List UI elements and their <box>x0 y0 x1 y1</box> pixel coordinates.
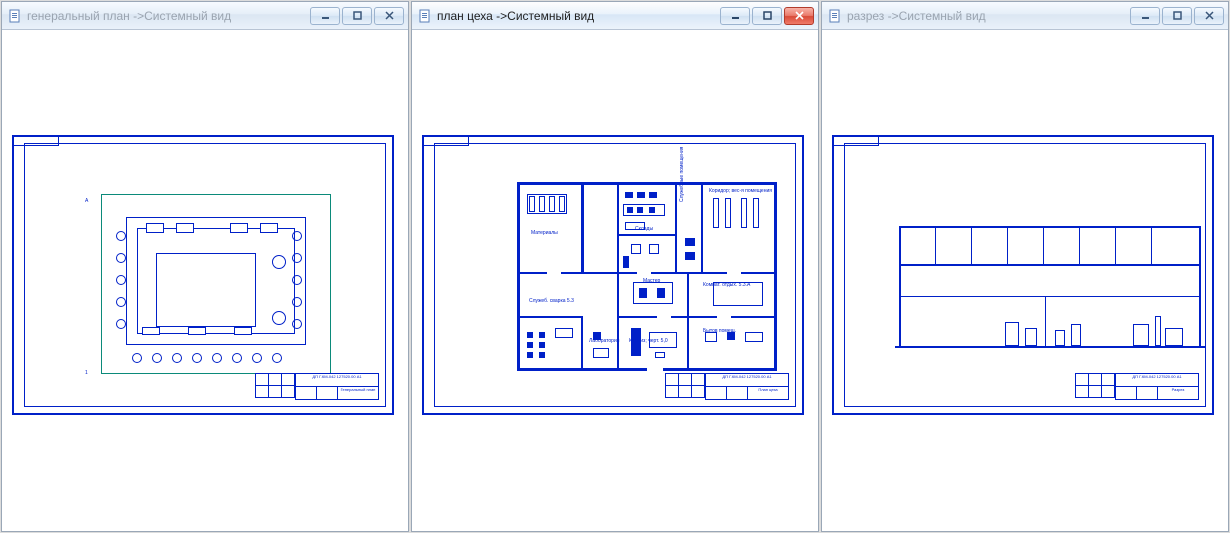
general-plan-drawing: А 1 <box>47 160 363 366</box>
title-block: ДП Г.КМ-042 127520.00 А1 План цеха <box>705 374 789 400</box>
drawing-viewport[interactable]: Материалы Склады Служебные помещения Кор… <box>412 30 818 531</box>
titlebar[interactable]: генеральный план ->Системный вид <box>2 2 408 30</box>
stamp-grid-left <box>665 374 705 400</box>
title-block: ДП Г.КМ-042 127520.00 А1 Разрез <box>1115 374 1199 400</box>
window-controls <box>310 7 404 25</box>
window-controls <box>1130 7 1224 25</box>
drawing-frame: А 1 ДП Г.КМ-042 127520.00 А1 Генеральный… <box>12 135 394 415</box>
close-button[interactable] <box>374 7 404 25</box>
minimize-button[interactable] <box>720 7 750 25</box>
close-button[interactable] <box>1194 7 1224 25</box>
document-icon <box>828 9 842 23</box>
titlebar[interactable]: план цеха ->Системный вид <box>412 2 818 30</box>
stamp-grid-left <box>255 374 295 400</box>
shop-plan-drawing: Материалы Склады Служебные помещения Кор… <box>457 160 773 366</box>
window-title: план цеха ->Системный вид <box>437 9 720 23</box>
mdi-window-general-plan: генеральный план ->Системный вид <box>1 1 409 532</box>
mdi-window-shop-plan: план цеха ->Системный вид <box>411 1 819 532</box>
maximize-button[interactable] <box>1162 7 1192 25</box>
maximize-button[interactable] <box>342 7 372 25</box>
title-block: ДП Г.КМ-042 127520.00 А1 Генеральный пла… <box>295 374 379 400</box>
window-title: генеральный план ->Системный вид <box>27 9 310 23</box>
document-icon <box>8 9 22 23</box>
stamp-grid-left <box>1075 374 1115 400</box>
titlebar[interactable]: разрез ->Системный вид <box>822 2 1228 30</box>
section-drawing-area <box>867 160 1183 366</box>
drawing-viewport[interactable]: А 1 ДП Г.КМ-042 127520.00 А1 Генеральный… <box>2 30 408 531</box>
mdi-window-section: разрез ->Системный вид <box>821 1 1229 532</box>
maximize-button[interactable] <box>752 7 782 25</box>
window-controls <box>720 7 814 25</box>
drawing-viewport[interactable]: ДП Г.КМ-042 127520.00 А1 Разрез <box>822 30 1228 531</box>
drawing-frame: ДП Г.КМ-042 127520.00 А1 Разрез <box>832 135 1214 415</box>
minimize-button[interactable] <box>310 7 340 25</box>
close-button[interactable] <box>784 7 814 25</box>
drawing-frame: Материалы Склады Служебные помещения Кор… <box>422 135 804 415</box>
minimize-button[interactable] <box>1130 7 1160 25</box>
window-title: разрез ->Системный вид <box>847 9 1130 23</box>
document-icon <box>418 9 432 23</box>
